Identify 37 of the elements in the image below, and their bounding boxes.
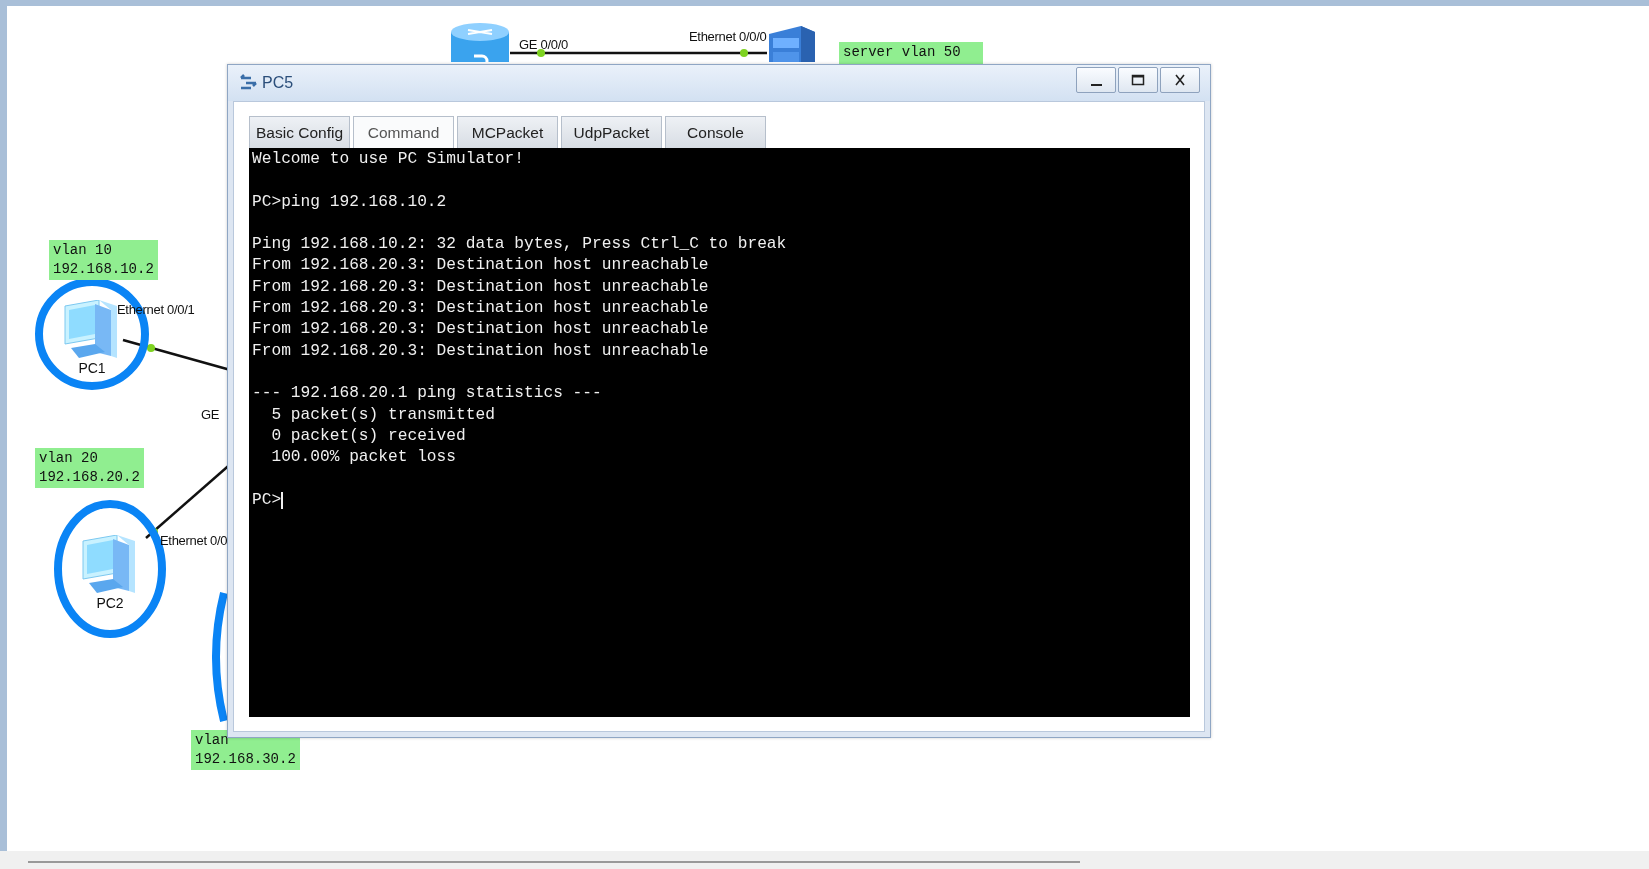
console-line: Welcome to use PC Simulator! — [252, 149, 524, 170]
vlan-note: vlan 10 192.168.10.2 — [49, 240, 158, 280]
tab[interactable]: Console — [665, 116, 766, 148]
console-prompt: PC> — [252, 489, 282, 511]
port-label: Ethernet 0/0/0 — [689, 29, 767, 44]
console-line: 5 packet(s) transmitted — [270, 404, 495, 426]
console-line: 0 packet(s) received — [270, 425, 466, 447]
text-cursor — [281, 491, 284, 509]
minimize-button[interactable] — [1076, 67, 1116, 93]
window-title: PC5 — [262, 74, 294, 92]
close-button[interactable] — [1160, 67, 1200, 93]
maximize-button[interactable] — [1118, 67, 1158, 93]
console-line: From 192.168.20.3: Destination host unreachable — [252, 255, 709, 277]
tab[interactable]: Basic Config — [249, 116, 350, 148]
port-label: GE 0/0/0 — [519, 37, 568, 52]
router-icon[interactable] — [450, 22, 510, 62]
tab[interactable]: UdpPacket — [561, 116, 662, 148]
console-line: Ping 192.168.10.2: 32 data bytes, Press Ctrl_C to break — [252, 234, 787, 256]
port-label: Ethernet 0/0 — [160, 533, 229, 548]
console-line: --- 192.168.20.1 ping statistics --- — [252, 383, 602, 405]
scroll-bar[interactable] — [28, 861, 1080, 863]
console-line: PC>ping 192.168.10.2 — [252, 191, 447, 213]
close-icon — [1173, 74, 1187, 86]
tab[interactable]: MCPacket — [457, 116, 558, 148]
console-line: From 192.168.20.3: Destination host unreachable — [252, 319, 709, 341]
minimize-icon — [1090, 84, 1102, 86]
server-icon[interactable] — [767, 24, 817, 62]
console-line: From 192.168.20.3: Destination host unreachable — [252, 340, 709, 362]
console-line: From 192.168.20.3: Destination host unreachable — [252, 276, 709, 298]
tab[interactable]: Command — [353, 116, 454, 148]
vlan-note: vlan 20 192.168.20.2 — [35, 448, 144, 488]
maximize-icon — [1131, 74, 1145, 86]
console-line: 100.00% packet loss — [270, 447, 456, 469]
device-name: PC1 — [78, 360, 106, 376]
port-label: GE — [201, 407, 220, 422]
device-name: PC2 — [96, 595, 124, 611]
console-line: From 192.168.20.3: Destination host unreachable — [252, 298, 709, 320]
